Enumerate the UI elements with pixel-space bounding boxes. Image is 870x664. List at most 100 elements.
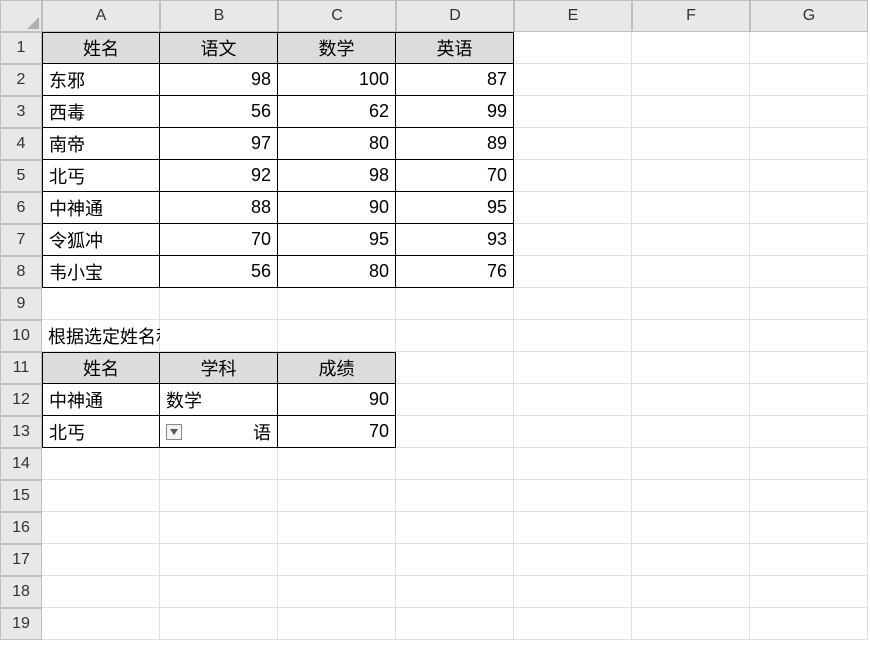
table-row[interactable]: 92 bbox=[160, 160, 278, 192]
row-header-11[interactable]: 11 bbox=[0, 352, 42, 384]
dropdown-icon[interactable] bbox=[166, 424, 182, 440]
cell-B10[interactable] bbox=[160, 320, 278, 352]
cell-A16[interactable] bbox=[42, 512, 160, 544]
cell-G19[interactable] bbox=[750, 608, 868, 640]
cell-F19[interactable] bbox=[632, 608, 750, 640]
cell-F16[interactable] bbox=[632, 512, 750, 544]
lookup-subject-input[interactable]: 数学 bbox=[160, 384, 278, 416]
table-row[interactable]: 令狐冲 bbox=[42, 224, 160, 256]
cell-D12[interactable] bbox=[396, 384, 514, 416]
table-row[interactable]: 70 bbox=[396, 160, 514, 192]
cell-D13[interactable] bbox=[396, 416, 514, 448]
table-row[interactable]: 76 bbox=[396, 256, 514, 288]
col-header-G[interactable]: G bbox=[750, 0, 868, 32]
cell-G4[interactable] bbox=[750, 128, 868, 160]
cell-B18[interactable] bbox=[160, 576, 278, 608]
cell-F1[interactable] bbox=[632, 32, 750, 64]
table-row[interactable]: 80 bbox=[278, 256, 396, 288]
row-header-17[interactable]: 17 bbox=[0, 544, 42, 576]
table-row[interactable]: 北丐 bbox=[42, 160, 160, 192]
cell-F5[interactable] bbox=[632, 160, 750, 192]
cell-D15[interactable] bbox=[396, 480, 514, 512]
cell-A17[interactable] bbox=[42, 544, 160, 576]
row-header-9[interactable]: 9 bbox=[0, 288, 42, 320]
main-header-english[interactable]: 英语 bbox=[396, 32, 514, 64]
cell-A15[interactable] bbox=[42, 480, 160, 512]
table-row[interactable]: 97 bbox=[160, 128, 278, 160]
row-header-7[interactable]: 7 bbox=[0, 224, 42, 256]
main-header-name[interactable]: 姓名 bbox=[42, 32, 160, 64]
cell-G6[interactable] bbox=[750, 192, 868, 224]
cell-C15[interactable] bbox=[278, 480, 396, 512]
cell-B9[interactable] bbox=[160, 288, 278, 320]
cell-E19[interactable] bbox=[514, 608, 632, 640]
cell-G10[interactable] bbox=[750, 320, 868, 352]
table-row[interactable]: 56 bbox=[160, 96, 278, 128]
cell-E3[interactable] bbox=[514, 96, 632, 128]
cell-C9[interactable] bbox=[278, 288, 396, 320]
row-header-6[interactable]: 6 bbox=[0, 192, 42, 224]
cell-E4[interactable] bbox=[514, 128, 632, 160]
table-row[interactable]: 87 bbox=[396, 64, 514, 96]
lookup-name-input[interactable]: 中神通 bbox=[42, 384, 160, 416]
row-header-1[interactable]: 1 bbox=[0, 32, 42, 64]
cell-E8[interactable] bbox=[514, 256, 632, 288]
lookup-header-score[interactable]: 成绩 bbox=[278, 352, 396, 384]
table-row[interactable]: 南帝 bbox=[42, 128, 160, 160]
lookup-header-subject[interactable]: 学科 bbox=[160, 352, 278, 384]
main-header-chinese[interactable]: 语文 bbox=[160, 32, 278, 64]
cell-G3[interactable] bbox=[750, 96, 868, 128]
spreadsheet[interactable]: A B C D E F G 1 姓名 语文 数学 英语 2 东邪 98 100 … bbox=[0, 0, 870, 640]
cell-F2[interactable] bbox=[632, 64, 750, 96]
lookup-title[interactable]: 根据选定姓名和学科查询成绩 bbox=[42, 320, 160, 352]
row-header-19[interactable]: 19 bbox=[0, 608, 42, 640]
cell-D11[interactable] bbox=[396, 352, 514, 384]
cell-E6[interactable] bbox=[514, 192, 632, 224]
cell-A18[interactable] bbox=[42, 576, 160, 608]
cell-F3[interactable] bbox=[632, 96, 750, 128]
row-header-14[interactable]: 14 bbox=[0, 448, 42, 480]
table-row[interactable]: 89 bbox=[396, 128, 514, 160]
cell-D14[interactable] bbox=[396, 448, 514, 480]
cell-D16[interactable] bbox=[396, 512, 514, 544]
lookup-header-name[interactable]: 姓名 bbox=[42, 352, 160, 384]
cell-G8[interactable] bbox=[750, 256, 868, 288]
table-row[interactable]: 93 bbox=[396, 224, 514, 256]
cell-G17[interactable] bbox=[750, 544, 868, 576]
cell-A19[interactable] bbox=[42, 608, 160, 640]
cell-F8[interactable] bbox=[632, 256, 750, 288]
cell-C14[interactable] bbox=[278, 448, 396, 480]
cell-B16[interactable] bbox=[160, 512, 278, 544]
row-header-16[interactable]: 16 bbox=[0, 512, 42, 544]
row-header-3[interactable]: 3 bbox=[0, 96, 42, 128]
cell-G13[interactable] bbox=[750, 416, 868, 448]
cell-C17[interactable] bbox=[278, 544, 396, 576]
cell-G11[interactable] bbox=[750, 352, 868, 384]
cell-E2[interactable] bbox=[514, 64, 632, 96]
table-row[interactable]: 95 bbox=[396, 192, 514, 224]
cell-E17[interactable] bbox=[514, 544, 632, 576]
cell-F13[interactable] bbox=[632, 416, 750, 448]
row-header-12[interactable]: 12 bbox=[0, 384, 42, 416]
table-row[interactable]: 100 bbox=[278, 64, 396, 96]
cell-F17[interactable] bbox=[632, 544, 750, 576]
col-header-A[interactable]: A bbox=[42, 0, 160, 32]
cell-E16[interactable] bbox=[514, 512, 632, 544]
cell-E15[interactable] bbox=[514, 480, 632, 512]
cell-G18[interactable] bbox=[750, 576, 868, 608]
cell-F12[interactable] bbox=[632, 384, 750, 416]
table-row[interactable]: 80 bbox=[278, 128, 396, 160]
table-row[interactable]: 88 bbox=[160, 192, 278, 224]
table-row[interactable]: 62 bbox=[278, 96, 396, 128]
table-row[interactable]: 韦小宝 bbox=[42, 256, 160, 288]
cell-D9[interactable] bbox=[396, 288, 514, 320]
cell-D19[interactable] bbox=[396, 608, 514, 640]
table-row[interactable]: 西毒 bbox=[42, 96, 160, 128]
cell-E7[interactable] bbox=[514, 224, 632, 256]
cell-G9[interactable] bbox=[750, 288, 868, 320]
cell-C16[interactable] bbox=[278, 512, 396, 544]
cell-B14[interactable] bbox=[160, 448, 278, 480]
cell-F4[interactable] bbox=[632, 128, 750, 160]
table-row[interactable]: 70 bbox=[160, 224, 278, 256]
cell-F10[interactable] bbox=[632, 320, 750, 352]
